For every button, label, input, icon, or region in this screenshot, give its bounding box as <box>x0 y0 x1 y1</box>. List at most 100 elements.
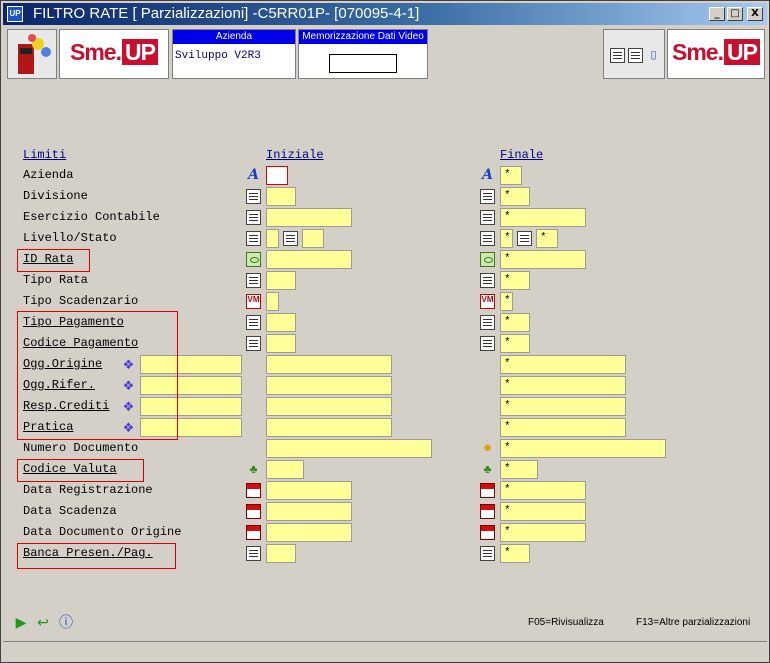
calendar-icon[interactable] <box>480 525 495 540</box>
label-data-registrazione: Data Registrazione <box>23 483 153 497</box>
numero-documento-final-input[interactable]: * <box>500 439 666 458</box>
coin-icon[interactable]: ● <box>480 440 495 455</box>
smeup-logo-right: Sme. UP <box>667 29 765 79</box>
list-icon[interactable] <box>246 336 261 351</box>
list-icon[interactable] <box>517 231 532 246</box>
calendar-icon[interactable] <box>480 504 495 519</box>
window-title: FILTRO RATE [ Parzializzazioni] -C5RR01P… <box>33 5 420 22</box>
status-bar <box>3 641 767 661</box>
codice-pagamento-final-input[interactable]: * <box>500 334 530 353</box>
resp-crediti-initial-input[interactable] <box>266 397 392 416</box>
divisione-initial-input[interactable] <box>266 187 296 206</box>
label-tipo-scadenzario: Tipo Scadenzario <box>23 294 139 308</box>
calendar-icon[interactable] <box>246 483 261 498</box>
data-registrazione-final-input[interactable]: * <box>500 481 586 500</box>
livello-initial-input[interactable] <box>266 229 279 248</box>
azienda-final-input[interactable]: * <box>500 166 522 185</box>
ogg-rifer-final-input[interactable]: * <box>500 376 626 395</box>
tipo-pagamento-initial-input[interactable] <box>266 313 296 332</box>
print-icon[interactable] <box>610 48 625 63</box>
info-icon[interactable]: ⓘ <box>58 613 74 631</box>
codice-valuta-final-input[interactable]: * <box>500 460 538 479</box>
value-map-icon[interactable]: VM <box>246 294 261 309</box>
codice-pagamento-initial-input[interactable] <box>266 334 296 353</box>
numero-documento-initial-input[interactable] <box>266 439 432 458</box>
tipo-rata-final-input[interactable]: * <box>500 271 530 290</box>
list-icon[interactable] <box>480 189 495 204</box>
user-avatar-icon[interactable] <box>7 29 57 79</box>
list-icon[interactable] <box>480 315 495 330</box>
list-icon[interactable] <box>480 273 495 288</box>
tipo-scadenzario-initial-input[interactable] <box>266 292 279 311</box>
banca-initial-input[interactable] <box>266 544 296 563</box>
list-icon[interactable] <box>480 231 495 246</box>
f13-key[interactable]: F13=Altre parzializzazioni <box>636 617 750 628</box>
list-icon[interactable] <box>480 546 495 561</box>
close-button[interactable]: X <box>747 7 763 21</box>
stato-initial-input[interactable] <box>302 229 324 248</box>
document-icon[interactable] <box>628 48 643 63</box>
list-icon[interactable] <box>283 231 298 246</box>
calendar-icon[interactable] <box>246 525 261 540</box>
livello-final-input[interactable]: * <box>500 229 513 248</box>
data-scadenza-final-input[interactable]: * <box>500 502 586 521</box>
tipo-scadenzario-final-input[interactable]: * <box>500 292 513 311</box>
ogg-origine-initial-input[interactable] <box>266 355 392 374</box>
f05-key[interactable]: F05=Rivisualizza <box>528 617 604 628</box>
divisione-final-input[interactable]: * <box>500 187 530 206</box>
minimize-button[interactable]: _ <box>709 7 725 21</box>
list-icon[interactable] <box>246 210 261 225</box>
highlight-pagamento-group <box>17 311 178 440</box>
tool-icons: ▯ <box>603 29 665 79</box>
stato-final-input[interactable]: * <box>536 229 558 248</box>
calendar-icon[interactable] <box>480 483 495 498</box>
azienda-panel: Azienda Sviluppo V2R3 <box>172 29 296 79</box>
label-azienda: Azienda <box>23 168 74 182</box>
id-rata-final-input[interactable]: * <box>500 250 586 269</box>
list-icon[interactable] <box>246 315 261 330</box>
play-icon[interactable]: ▶ <box>13 613 29 631</box>
limits-header: Limiti <box>23 148 67 162</box>
value-map-icon[interactable]: VM <box>480 294 495 309</box>
label-data-documento-origine: Data Documento Origine <box>23 525 182 539</box>
money-icon[interactable] <box>480 252 495 267</box>
resp-crediti-final-input[interactable]: * <box>500 397 626 416</box>
data-documento-origine-final-input[interactable]: * <box>500 523 586 542</box>
font-icon[interactable]: A <box>480 167 495 182</box>
data-scadenza-initial-input[interactable] <box>266 502 352 521</box>
app-icon: UP <box>7 6 23 22</box>
list-icon[interactable] <box>246 273 261 288</box>
tipo-rata-initial-input[interactable] <box>266 271 296 290</box>
banca-final-input[interactable]: * <box>500 544 530 563</box>
esercizio-final-input[interactable]: * <box>500 208 586 227</box>
pratica-final-input[interactable]: * <box>500 418 626 437</box>
final-header: Finale <box>500 148 544 162</box>
esercizio-initial-input[interactable] <box>266 208 352 227</box>
money-icon[interactable] <box>246 252 261 267</box>
data-registrazione-initial-input[interactable] <box>266 481 352 500</box>
id-rata-initial-input[interactable] <box>266 250 352 269</box>
currency-icon[interactable]: ♣ <box>480 462 495 477</box>
title-bar: UP FILTRO RATE [ Parzializzazioni] -C5RR… <box>3 3 767 25</box>
calendar-icon[interactable] <box>246 504 261 519</box>
codice-valuta-initial-input[interactable] <box>266 460 304 479</box>
help-book-icon[interactable]: ▯ <box>646 48 661 63</box>
pratica-initial-input[interactable] <box>266 418 392 437</box>
list-icon[interactable] <box>480 336 495 351</box>
smeup-logo: Sme. UP <box>59 29 169 79</box>
list-icon[interactable] <box>246 546 261 561</box>
maximize-button[interactable]: □ <box>727 7 743 21</box>
memo-input[interactable] <box>329 54 397 73</box>
list-icon[interactable] <box>480 210 495 225</box>
list-icon[interactable] <box>246 231 261 246</box>
memo-header: Memorizzazione Dati Video <box>299 30 427 44</box>
list-icon[interactable] <box>246 189 261 204</box>
ogg-rifer-initial-input[interactable] <box>266 376 392 395</box>
currency-icon[interactable]: ♣ <box>246 462 261 477</box>
back-arrow-icon[interactable]: ↩ <box>35 613 51 631</box>
data-documento-origine-initial-input[interactable] <box>266 523 352 542</box>
azienda-initial-input[interactable] <box>266 166 288 185</box>
tipo-pagamento-final-input[interactable]: * <box>500 313 530 332</box>
ogg-origine-final-input[interactable]: * <box>500 355 626 374</box>
font-icon[interactable]: A <box>246 167 261 182</box>
